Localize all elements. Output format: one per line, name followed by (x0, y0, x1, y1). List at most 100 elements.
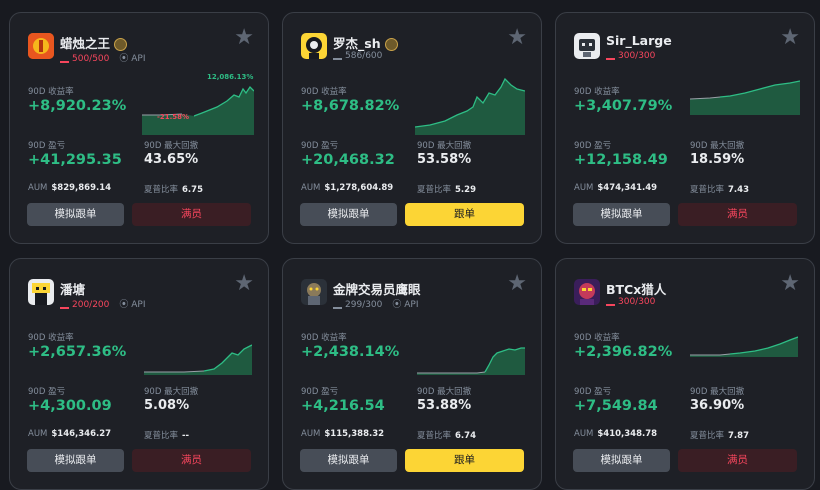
pnl-label: 90D 盈亏 (28, 387, 66, 397)
badge-icon (114, 38, 128, 51)
hunter-avatar[interactable] (574, 279, 600, 305)
yellow-face-avatar[interactable] (28, 279, 54, 305)
roi-label: 90D 收益率 (574, 87, 620, 97)
copy-button[interactable]: 跟单 (405, 203, 524, 226)
mdd-label: 90D 最大回撤 (144, 141, 199, 151)
star-icon[interactable]: ★ (780, 273, 800, 295)
star-icon[interactable]: ★ (234, 27, 254, 49)
follower-count: 300/300 (606, 51, 655, 61)
people-icon (606, 51, 615, 60)
mdd-label: 90D 最大回撤 (417, 141, 472, 151)
astronaut-avatar[interactable] (301, 33, 327, 59)
follower-count: 299/300 ⦿ API (333, 297, 419, 310)
mdd-label: 90D 最大回撤 (690, 141, 745, 151)
roi-sparkline (415, 77, 525, 135)
pnl-value: +4,216.54 (301, 398, 385, 414)
sim-copy-button[interactable]: 模拟跟单 (573, 203, 670, 226)
roi-sparkline (142, 85, 254, 135)
star-icon[interactable]: ★ (780, 27, 800, 49)
pnl-value: +4,300.09 (28, 398, 112, 414)
mdd-value: 43.65% (144, 152, 199, 167)
trader-name[interactable]: 罗杰_sh (333, 33, 398, 52)
sim-copy-button[interactable]: 模拟跟单 (300, 203, 397, 226)
trader-card[interactable]: BTCx猎人 300/300 ★ 90D 收益率 +2,396.82% 90D … (555, 258, 815, 490)
star-icon[interactable]: ★ (507, 27, 527, 49)
follower-count: 300/300 (606, 297, 655, 307)
candle-king-avatar[interactable] (28, 33, 54, 59)
roi-sparkline (144, 344, 252, 375)
sharpe-stat: 夏普比率 5.29 (417, 185, 476, 195)
aum-stat: AUM $1,278,604.89 (301, 183, 394, 193)
chart-min-label: -21.58% (157, 113, 190, 121)
badge-icon (384, 38, 398, 51)
full-button[interactable]: 满员 (678, 203, 797, 226)
aum-stat: AUM $115,388.32 (301, 429, 385, 439)
sim-copy-button[interactable]: 模拟跟单 (27, 203, 124, 226)
trader-card[interactable]: 金牌交易员鹰眼 299/300 ⦿ API ★ 90D 收益率 +2,438.14… (282, 258, 542, 490)
star-icon[interactable]: ★ (234, 273, 254, 295)
trader-name[interactable]: Sir_Large (606, 33, 672, 48)
mdd-value: 53.88% (417, 398, 472, 413)
follower-count: 200/200 ⦿ API (60, 297, 146, 310)
sim-copy-button[interactable]: 模拟跟单 (300, 449, 397, 472)
full-button[interactable]: 满员 (132, 449, 251, 472)
trader-card[interactable]: 蜡烛之王 500/500 ⦿ API ★ 90D 收益率 +8,920.23% 1… (9, 12, 269, 244)
mdd-label: 90D 最大回撤 (144, 387, 199, 397)
roi-sparkline (690, 80, 800, 115)
mdd-value: 18.59% (690, 152, 745, 167)
trader-card[interactable]: Sir_Large 300/300 ★ 90D 收益率 +3,407.79% 9… (555, 12, 815, 244)
sim-copy-button[interactable]: 模拟跟单 (27, 449, 124, 472)
chart-max-label: 12,086.13% (207, 73, 254, 81)
sim-copy-button[interactable]: 模拟跟单 (573, 449, 670, 472)
mdd-value: 53.58% (417, 152, 472, 167)
star-icon[interactable]: ★ (507, 273, 527, 295)
pnl-value: +20,468.32 (301, 152, 395, 168)
people-icon (333, 51, 342, 60)
follower-count: 500/500 ⦿ API (60, 51, 146, 64)
roi-value: +2,396.82% (574, 344, 673, 360)
full-button[interactable]: 满员 (132, 203, 251, 226)
pnl-label: 90D 盈亏 (301, 141, 339, 151)
roi-label: 90D 收益率 (301, 333, 347, 343)
api-tag: ⦿ API (392, 300, 419, 310)
copy-button[interactable]: 跟单 (405, 449, 524, 472)
aum-stat: AUM $410,348.78 (574, 429, 658, 439)
pnl-label: 90D 盈亏 (28, 141, 66, 151)
api-tag: ⦿ API (119, 54, 146, 64)
trader-card[interactable]: 潘塘 200/200 ⦿ API ★ 90D 收益率 +2,657.36% 90D… (9, 258, 269, 490)
sharpe-stat: 夏普比率 6.74 (417, 431, 476, 441)
sharpe-stat: 夏普比率 6.75 (144, 185, 203, 195)
trader-name[interactable]: BTCx猎人 (606, 279, 666, 298)
trader-name[interactable]: 金牌交易员鹰眼 (333, 279, 421, 298)
sharpe-stat: 夏普比率 7.87 (690, 431, 749, 441)
hawk-avatar[interactable] (301, 279, 327, 305)
follower-count: 586/600 (333, 51, 382, 61)
robot-avatar[interactable] (574, 33, 600, 59)
roi-value: +8,678.82% (301, 98, 400, 114)
trader-name[interactable]: 潘塘 (60, 279, 85, 298)
roi-value: +2,438.14% (301, 344, 400, 360)
mdd-label: 90D 最大回撤 (417, 387, 472, 397)
api-tag: ⦿ API (119, 300, 146, 310)
mdd-value: 36.90% (690, 398, 745, 413)
people-icon (333, 300, 342, 309)
pnl-value: +12,158.49 (574, 152, 668, 168)
sharpe-stat: 夏普比率 -- (144, 431, 190, 441)
roi-label: 90D 收益率 (574, 333, 620, 343)
pnl-value: +41,295.35 (28, 152, 122, 168)
people-icon (60, 54, 69, 63)
people-icon (60, 300, 69, 309)
roi-value: +8,920.23% (28, 98, 127, 114)
pnl-label: 90D 盈亏 (574, 141, 612, 151)
trader-card[interactable]: 罗杰_sh 586/600 ★ 90D 收益率 +8,678.82% 90D 盈… (282, 12, 542, 244)
pnl-label: 90D 盈亏 (574, 387, 612, 397)
people-icon (606, 297, 615, 306)
roi-label: 90D 收益率 (28, 333, 74, 343)
aum-stat: AUM $474,341.49 (574, 183, 658, 193)
sharpe-stat: 夏普比率 7.43 (690, 185, 749, 195)
mdd-label: 90D 最大回撤 (690, 387, 745, 397)
aum-stat: AUM $146,346.27 (28, 429, 112, 439)
full-button[interactable]: 满员 (678, 449, 797, 472)
trader-name[interactable]: 蜡烛之王 (60, 33, 128, 52)
roi-value: +2,657.36% (28, 344, 127, 360)
